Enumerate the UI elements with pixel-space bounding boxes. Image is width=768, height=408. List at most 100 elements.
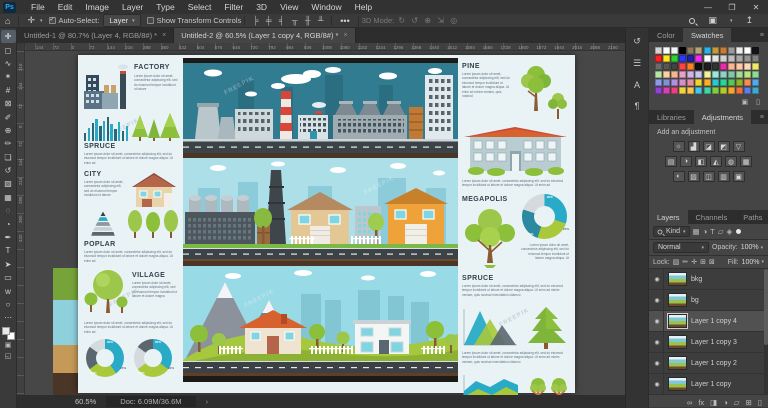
align-center-icon[interactable]: ╪ (263, 16, 274, 25)
color-swatch[interactable] (655, 87, 662, 94)
layer-row[interactable]: ◉ Layer 1 copy 3 (649, 332, 768, 353)
color-swatch[interactable] (679, 55, 686, 62)
layer-thumbnail[interactable] (668, 356, 687, 370)
menu-item[interactable]: Image (79, 1, 115, 13)
delete-layer-icon[interactable]: ▯ (758, 398, 762, 407)
color-swatch[interactable] (720, 63, 727, 70)
document-untitled-2[interactable]: FREEPIK FREEPIK FREEPIK FREEPIK (78, 55, 575, 393)
color-swatch[interactable] (663, 47, 670, 54)
color-swatch[interactable] (720, 55, 727, 62)
eyedropper-tool[interactable]: ✐ (1, 110, 16, 123)
move-tool[interactable]: ✛ (1, 30, 16, 43)
color-swatch[interactable] (704, 71, 711, 78)
color-swatch[interactable] (720, 71, 727, 78)
color-swatch[interactable] (671, 87, 678, 94)
color-swatch[interactable] (695, 79, 702, 86)
color-swatch[interactable] (687, 79, 694, 86)
color-swatch[interactable] (728, 87, 735, 94)
align-bottom-icon[interactable]: ╨ (315, 16, 326, 25)
document-tab-untitled-2[interactable]: Untitled-2 @ 60.5% (Layer 1 copy 4, RGB/… (174, 28, 355, 43)
layer-effects-icon[interactable]: fx (698, 398, 704, 407)
color-swatch[interactable] (671, 79, 678, 86)
eye-icon[interactable]: ◉ (651, 290, 664, 310)
tab-paths[interactable]: Paths (735, 210, 768, 224)
color-swatch[interactable] (752, 63, 759, 70)
filter-smart-icon[interactable]: ◈ (727, 227, 733, 236)
color-swatch[interactable] (663, 63, 670, 70)
layers-scrollbar[interactable] (764, 269, 768, 395)
auto-select-checkbox[interactable]: ✓ (49, 17, 56, 24)
color-swatch[interactable] (687, 87, 694, 94)
menu-item[interactable]: Select (182, 1, 218, 13)
color-swatch[interactable] (720, 87, 727, 94)
layer-thumbnail[interactable] (668, 377, 687, 391)
color-swatch[interactable] (704, 63, 711, 70)
new-swatch-icon[interactable]: ▣ (742, 98, 749, 106)
color-swatch[interactable] (744, 87, 751, 94)
menu-item[interactable]: Filter (218, 1, 249, 13)
layer-mask-icon[interactable]: ◨ (710, 398, 717, 407)
layer-thumbnail[interactable] (668, 314, 687, 328)
color-swatch[interactable] (752, 71, 759, 78)
color-swatch[interactable] (687, 63, 694, 70)
color-swatch[interactable] (695, 63, 702, 70)
workspace-icon[interactable]: ▣ (703, 15, 722, 26)
color-swatch[interactable] (720, 79, 727, 86)
hand-tool[interactable]: w (1, 284, 16, 297)
color-swatch[interactable] (679, 71, 686, 78)
color-swatch[interactable] (744, 47, 751, 54)
move-tool-icon[interactable]: ✛ (22, 15, 40, 26)
type-tool[interactable]: T (1, 244, 16, 257)
color-swatch[interactable] (663, 79, 670, 86)
black-white-icon[interactable]: ◧ (695, 156, 707, 167)
gradient-map-icon[interactable]: ▥ (718, 171, 730, 182)
color-swatch[interactable] (687, 71, 694, 78)
healing-tool[interactable]: ⊕ (1, 124, 16, 137)
layer-name[interactable]: Layer 1 copy 2 (691, 360, 737, 367)
workspace-caret-icon[interactable]: ▾ (730, 18, 733, 24)
align-right-icon[interactable]: ╡ (276, 16, 287, 25)
layer-row[interactable]: ◉ bg (649, 290, 768, 311)
color-swatch[interactable] (671, 47, 678, 54)
color-swatch[interactable] (704, 87, 711, 94)
color-swatch[interactable] (671, 55, 678, 62)
vertical-ruler[interactable]: 21614472072144216288360432 (17, 51, 25, 395)
layer-name[interactable]: Layer 1 copy 3 (691, 339, 737, 346)
eye-icon[interactable]: ◉ (651, 353, 664, 373)
color-swatch[interactable] (736, 71, 743, 78)
layer-name[interactable]: Layer 1 copy (691, 381, 731, 388)
eye-icon[interactable]: ◉ (651, 269, 664, 289)
new-adjustment-icon[interactable]: ◑ (723, 398, 728, 407)
color-balance-icon[interactable]: ◑ (680, 156, 692, 167)
character-panel-icon[interactable]: A (634, 80, 640, 90)
color-swatch[interactable] (728, 47, 735, 54)
color-swatch[interactable] (736, 47, 743, 54)
minimize-button[interactable]: — (696, 2, 720, 13)
color-swatch[interactable] (695, 47, 702, 54)
color-swatch[interactable] (728, 71, 735, 78)
tool-preset-caret-icon[interactable]: ▾ (40, 18, 43, 24)
wand-tool[interactable]: ✶ (1, 70, 16, 83)
close-tab-icon[interactable]: × (162, 32, 166, 39)
color-lookup-icon[interactable]: ▦ (740, 156, 752, 167)
menu-item[interactable]: Type (150, 1, 180, 13)
more-options-icon[interactable]: ••• (335, 16, 354, 26)
home-icon[interactable]: ⌂ (0, 16, 15, 26)
color-swatch[interactable] (687, 55, 694, 62)
lock-position-icon[interactable]: ✛ (691, 258, 697, 266)
quick-mask-button[interactable]: ▣ (2, 340, 15, 351)
color-swatch[interactable] (655, 71, 662, 78)
color-swatch[interactable] (736, 55, 743, 62)
color-swatch[interactable] (655, 63, 662, 70)
layer-thumbnail[interactable] (668, 293, 687, 307)
posterize-icon[interactable]: ▨ (688, 171, 700, 182)
color-swatch[interactable] (752, 79, 759, 86)
tab-channels[interactable]: Channels (688, 210, 736, 224)
curves-icon[interactable]: ◪ (703, 141, 715, 152)
color-swatch[interactable] (712, 71, 719, 78)
color-swatch[interactable] (671, 63, 678, 70)
color-swatch[interactable] (712, 55, 719, 62)
color-swatch[interactable] (712, 79, 719, 86)
selective-color-icon[interactable]: ▣ (733, 171, 745, 182)
layer-row[interactable]: ◉ Layer 1 copy 4 (649, 311, 768, 332)
